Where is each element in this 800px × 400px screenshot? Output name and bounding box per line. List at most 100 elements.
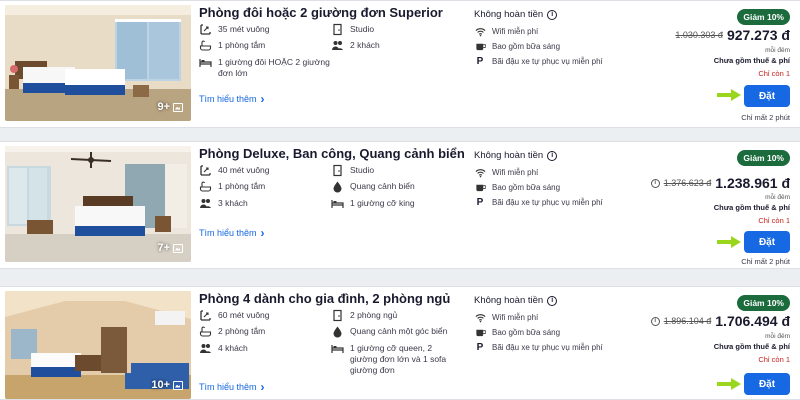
amenity-text: Bao gồm bữa sáng [492,41,561,51]
photo-count[interactable]: 10+ [151,379,183,391]
learn-more-link[interactable]: Tìm hiểu thêm › [199,93,265,105]
room-photo[interactable]: 7+ [5,146,191,262]
view-icon [331,325,344,338]
per-night-label: mỗi đêm [765,194,790,201]
amenity-text: Bãi đậu xe tự phục vụ miễn phí [492,342,603,352]
photo-count[interactable]: 9+ [157,101,183,113]
room-card: 7+ Phòng Deluxe, Ban công, Quang cảnh bi… [0,141,800,269]
learn-more-label: Tìm hiểu thêm [199,94,257,104]
feature-text: 40 mét vuông [218,165,270,175]
feature-area: 40 mét vuông [199,164,270,177]
area-icon [199,309,212,322]
amenity-text: Bãi đậu xe tự phục vụ miễn phí [492,56,603,66]
studio-icon [331,164,344,177]
rooms-left: Chỉ còn 1 [758,355,790,364]
bedroom-icon [331,309,344,322]
gallery-icon [173,243,183,253]
amenity-wifi: Wifi miễn phí [474,166,538,178]
feature-guests: 3 khách [199,197,248,210]
per-night-label: mỗi đêm [765,47,790,54]
room-photo[interactable]: 10+ [5,291,191,399]
price-row: i 1.376.623 đ 1.238.961 đ [650,175,790,191]
feature-view: Quang cảnh biển [331,180,415,193]
amenity-text: Wifi miễn phí [492,312,539,322]
feature-view: Quang cảnh một góc biển [331,325,447,338]
room-card: 9+ Phòng đôi hoặc 2 giường đơn Superior … [0,0,800,128]
feature-text: 2 phòng ngủ [350,310,398,320]
bath-icon [199,39,212,52]
feature-text: 1 phòng tắm [218,181,266,191]
info-icon[interactable]: i [547,150,558,161]
policy-label: Không hoàn tiền [474,150,544,161]
amenity-wifi: Wifi miễn phí [474,311,538,323]
area-icon [199,23,212,36]
booking-time: Chỉ mất 2 phút [741,113,790,122]
old-price: 1.030.303 đ [675,30,723,40]
chevron-right-icon: › [260,225,265,240]
photo-count[interactable]: 7+ [157,242,183,254]
feature-text: 1 giường đôi HOẶC 2 giường đơn lớn [218,57,330,78]
feature-text: Studio [350,165,375,175]
arrow-right-icon [716,88,742,102]
discount-badge: Giảm 10% [737,9,790,25]
new-price: 927.273 đ [726,27,790,43]
room-title: Phòng 4 dành cho gia đình, 2 phòng ngủ [199,291,451,306]
info-icon[interactable]: i [547,295,558,306]
feature-text: 35 mét vuông [218,24,270,34]
bed-icon [199,56,212,69]
cancellation-policy: Không hoàn tiền i [474,9,558,20]
cancellation-policy: Không hoàn tiền i [474,150,558,161]
amenity-breakfast: Bao gồm bữa sáng [474,326,560,338]
feature-text: 60 mét vuông [218,310,270,320]
feature-text: Quang cảnh biển [350,181,415,191]
feature-guests: 2 khách [331,39,380,52]
rooms-left: Chỉ còn 1 [758,216,790,225]
coffee-icon [474,40,486,52]
bath-icon [199,180,212,193]
feature-text: 1 giường cỡ queen, 2 giường đơn lớn và 1… [350,343,447,375]
feature-studio: Studio [331,164,374,177]
discount-badge: Giảm 10% [737,295,790,311]
amenity-parking: P Bãi đậu xe tự phục vụ miễn phí [474,196,603,208]
info-icon[interactable]: i [547,9,558,20]
parking-icon: P [476,196,484,208]
info-icon[interactable]: i [650,178,660,188]
bath-icon [199,325,212,338]
feature-studio: Studio [331,23,374,36]
info-icon[interactable]: i [650,316,660,326]
learn-more-link[interactable]: Tìm hiểu thêm › [199,381,265,393]
room-title: Phòng Deluxe, Ban công, Quang cảnh biển [199,146,465,161]
view-icon [331,180,344,193]
coffee-icon [474,181,486,193]
booking-time: Chỉ mất 2 phút [741,257,790,266]
discount-badge: Giảm 10% [737,150,790,166]
bed-icon [331,197,344,210]
parking-icon: P [476,55,484,67]
amenity-text: Wifi miễn phí [492,26,539,36]
room-photo[interactable]: 9+ [5,5,191,121]
people-icon [199,197,212,210]
amenity-parking: P Bãi đậu xe tự phục vụ miễn phí [474,341,603,353]
new-price: 1.706.494 đ [715,313,790,329]
learn-more-label: Tìm hiểu thêm [199,228,257,238]
book-button[interactable]: Đặt [744,231,790,253]
wifi-icon [474,166,486,178]
price-row: i 1.896.104 đ 1.706.494 đ [650,313,790,329]
photo-count-label: 10+ [151,379,170,391]
feature-area: 60 mét vuông [199,309,270,322]
policy-label: Không hoàn tiền [474,9,544,20]
feature-bath: 1 phòng tắm [199,180,265,193]
feature-area: 35 mét vuông [199,23,270,36]
gallery-icon [173,102,183,112]
book-button[interactable]: Đặt [744,85,790,107]
book-button[interactable]: Đặt [744,373,790,395]
rooms-left: Chỉ còn 1 [758,69,790,78]
amenity-text: Wifi miễn phí [492,167,539,177]
photo-count-label: 9+ [157,101,170,113]
learn-more-link[interactable]: Tìm hiểu thêm › [199,225,265,240]
tax-note: Chưa gồm thuế & phí [713,203,790,212]
amenity-text: Bao gồm bữa sáng [492,182,561,192]
arrow-right-icon [716,377,742,391]
feature-text: Quang cảnh một góc biển [350,326,448,336]
feature-bed: 1 giường cỡ queen, 2 giường đơn lớn và 1… [331,342,461,376]
